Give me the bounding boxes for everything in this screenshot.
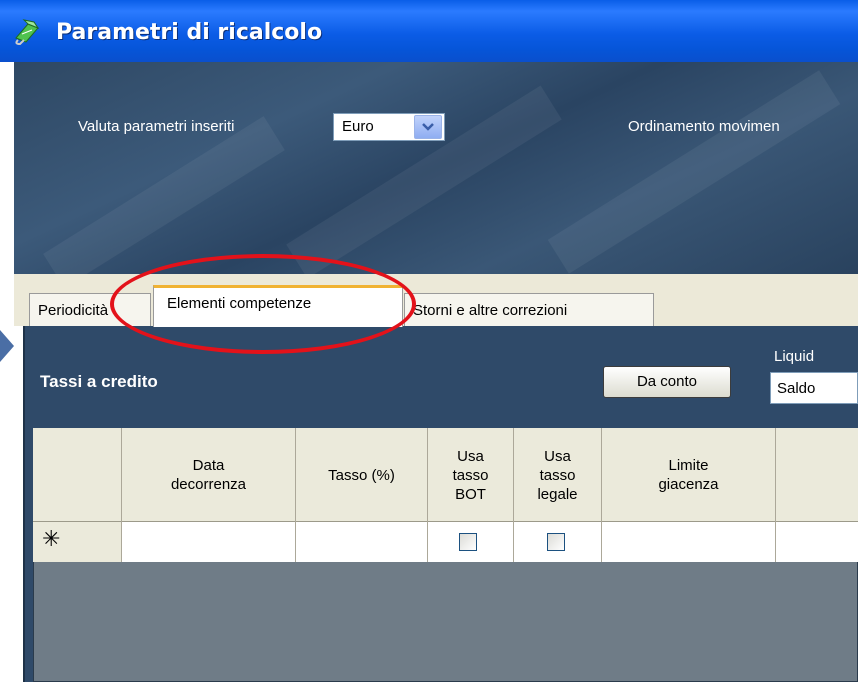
parameters-header-panel — [14, 62, 858, 288]
column-header-extra[interactable] — [776, 428, 858, 522]
saldo-select[interactable]: Saldo — [770, 372, 858, 404]
window-title: Parametri di ricalcolo — [56, 20, 323, 45]
new-row-asterisk-icon: ✳ — [42, 526, 61, 551]
valuta-select[interactable]: Euro — [333, 113, 445, 141]
usa-tasso-legale-checkbox[interactable] — [547, 533, 565, 551]
left-edge — [0, 62, 14, 682]
cell-limite-giacenza[interactable] — [602, 522, 776, 562]
section-title: Tassi a credito — [40, 372, 158, 391]
red-highlight-ellipse — [110, 254, 416, 354]
cell-usa-tasso-bot — [428, 522, 514, 562]
chevron-down-icon — [422, 123, 434, 131]
valuta-value: Euro — [342, 118, 374, 135]
valuta-dropdown-button[interactable] — [414, 115, 442, 139]
column-header-data-decorrenza[interactable]: Data decorrenza — [122, 428, 296, 522]
saldo-value: Saldo — [777, 380, 816, 397]
ordinamento-label: Ordinamento movimen — [628, 118, 780, 135]
column-header-limite-giacenza[interactable]: Limite giacenza — [602, 428, 776, 522]
liquidazione-label: Liquid — [774, 348, 815, 365]
cell-usa-tasso-legale — [514, 522, 602, 562]
usa-tasso-bot-checkbox[interactable] — [459, 533, 477, 551]
da-conto-button[interactable]: Da conto — [603, 366, 731, 398]
tab-label: Storni e altre correzioni — [413, 302, 568, 319]
cell-tasso[interactable] — [296, 522, 428, 562]
pointer-arrow-icon — [0, 330, 14, 362]
cell-extra[interactable] — [776, 522, 858, 562]
tab-label: Periodicità — [38, 302, 109, 319]
column-header-tasso[interactable]: Tasso (%) — [296, 428, 428, 522]
row-selector-header — [33, 428, 122, 522]
column-header-usa-tasso-legale[interactable]: Usa tasso legale — [514, 428, 602, 522]
tab-storni-correzioni[interactable]: Storni e altre correzioni — [404, 293, 654, 327]
gem-clip-icon — [12, 18, 42, 46]
cell-data-decorrenza[interactable] — [122, 522, 296, 562]
column-header-usa-tasso-bot[interactable]: Usa tasso BOT — [428, 428, 514, 522]
valuta-label: Valuta parametri inseriti — [78, 118, 235, 135]
